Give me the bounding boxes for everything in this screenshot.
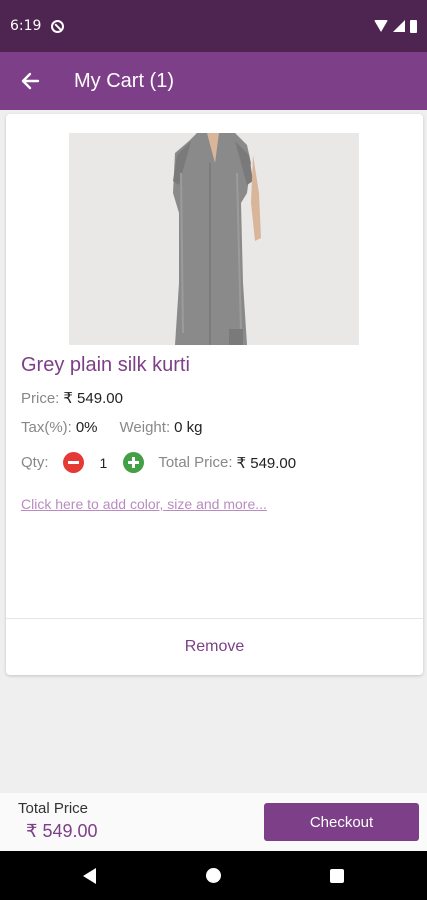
status-time: 6:19: [10, 18, 42, 34]
tax-label: Tax(%):: [21, 419, 72, 436]
page-title: My Cart (1): [74, 69, 174, 92]
quantity-value: 1: [99, 454, 108, 471]
nav-back-icon[interactable]: [83, 868, 96, 884]
cart-total-amount: ₹ 549.00: [26, 821, 98, 841]
status-bar: 6:19: [0, 0, 427, 52]
back-arrow-icon: [21, 72, 40, 90]
total-price-label: Total Price:: [158, 454, 233, 471]
price-row: Price: ₹ 549.00: [21, 389, 123, 408]
quantity-row: Qty: 1 Total Price: ₹ 549.00: [21, 452, 296, 473]
nav-recents-icon[interactable]: [330, 869, 344, 883]
back-button[interactable]: [0, 52, 60, 110]
product-image[interactable]: [69, 133, 359, 345]
increase-quantity-button[interactable]: [123, 452, 145, 473]
price-value: ₹ 549.00: [63, 390, 123, 407]
kurti-illustration: [69, 133, 359, 345]
plus-icon: [128, 457, 140, 468]
remove-button[interactable]: Remove: [6, 619, 423, 675]
price-label: Price:: [21, 389, 60, 407]
cart-item-card: Grey plain silk kurti Price: ₹ 549.00 Ta…: [6, 114, 423, 675]
checkout-button[interactable]: Checkout: [264, 803, 419, 841]
checkout-bar: Total Price ₹ 549.00 Checkout: [0, 793, 427, 851]
cart-total-label: Total Price: [18, 800, 89, 817]
dnd-icon: [51, 19, 65, 33]
total-price-value: ₹ 549.00: [236, 454, 297, 472]
system-nav-bar: [0, 851, 427, 900]
signal-icon: [393, 20, 405, 32]
product-name[interactable]: Grey plain silk kurti: [21, 354, 190, 377]
weight-value: 0 kg: [174, 419, 203, 436]
add-options-link[interactable]: Click here to add color, size and more..…: [21, 496, 267, 512]
tax-weight-row: Tax(%): 0% Weight: 0 kg: [21, 419, 202, 436]
battery-icon: [410, 19, 417, 33]
wifi-icon: [374, 20, 388, 32]
status-icons: [374, 19, 417, 33]
app-bar: My Cart (1): [0, 52, 427, 110]
tax-value: 0%: [75, 419, 98, 436]
minus-icon: [67, 461, 79, 464]
weight-label: Weight:: [119, 419, 171, 436]
nav-home-icon[interactable]: [206, 868, 221, 883]
decrease-quantity-button[interactable]: [62, 452, 84, 473]
qty-label: Qty:: [21, 454, 49, 471]
